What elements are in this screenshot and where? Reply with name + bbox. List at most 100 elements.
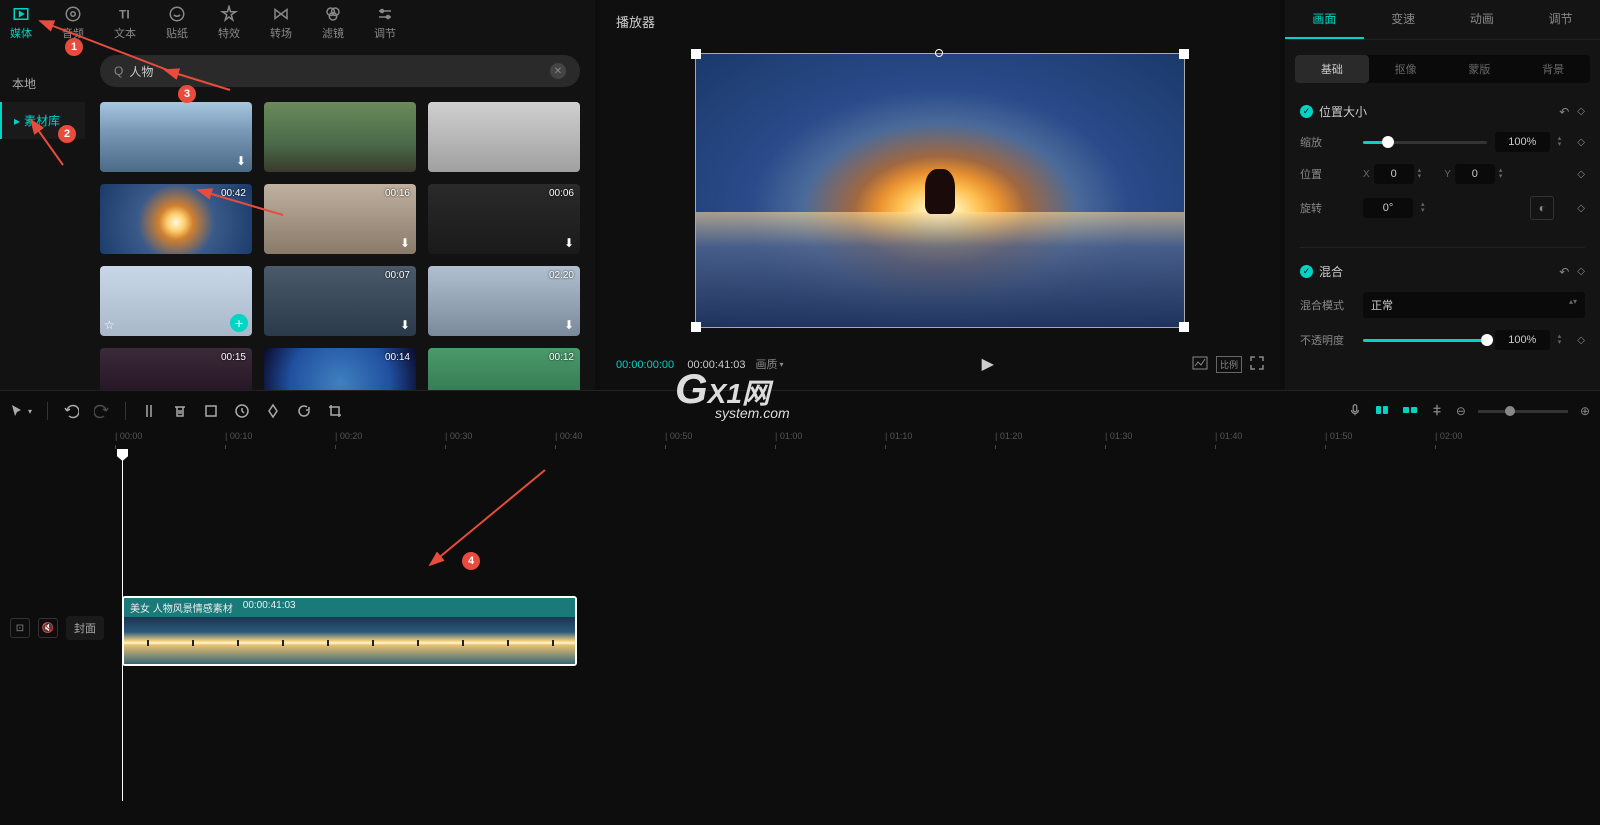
cover-button[interactable]: 封面 — [66, 616, 104, 640]
tab-effect[interactable]: 特效 — [218, 5, 240, 41]
subtab-mask[interactable]: 蒙版 — [1443, 55, 1517, 83]
search-box[interactable]: Q ✕ — [100, 55, 580, 87]
media-item[interactable] — [428, 102, 580, 172]
tab-sticker[interactable]: 贴纸 — [166, 5, 188, 41]
zoom-out-icon[interactable]: ⊖ — [1456, 404, 1466, 418]
search-input[interactable] — [129, 64, 544, 78]
add-icon[interactable]: + — [230, 314, 248, 332]
mirror-tool[interactable] — [265, 403, 281, 419]
timeline-clip[interactable]: 美女 人物风景情感素材 00:00:41:03 — [122, 596, 577, 666]
preview-viewport[interactable] — [608, 35, 1272, 346]
opacity-label: 不透明度 — [1300, 332, 1355, 348]
tab-text[interactable]: TI 文本 — [114, 5, 136, 41]
delete-tool[interactable] — [172, 403, 188, 419]
prop-tab-adjust[interactable]: 调节 — [1521, 0, 1600, 39]
audio-icon — [64, 5, 82, 23]
media-item[interactable]: 00:42 — [100, 184, 252, 254]
opacity-slider[interactable] — [1363, 339, 1487, 342]
pos-x-input[interactable] — [1374, 164, 1414, 184]
prop-tabs: 画面 变速 动画 调节 — [1285, 0, 1600, 40]
side-local[interactable]: 本地 — [0, 65, 85, 102]
blend-reset-icon[interactable]: ↶ — [1559, 265, 1569, 279]
timeline-ruler[interactable]: | 00:00| 00:10| 00:20| 00:30| 00:40| 00:… — [115, 431, 1600, 451]
media-item[interactable]: ⬇ — [100, 102, 252, 172]
resize-handle-bl[interactable] — [691, 322, 701, 332]
blend-mode-label: 混合模式 — [1300, 297, 1355, 313]
playhead[interactable] — [122, 451, 123, 801]
blend-mode-select[interactable]: 正常 ▴▾ — [1363, 292, 1585, 318]
quality-selector[interactable]: 画质 ▾ — [756, 356, 784, 372]
redo-button[interactable] — [94, 403, 110, 419]
side-library[interactable]: ▸素材库 — [0, 102, 85, 139]
scale-keyframe[interactable]: ◇ — [1577, 137, 1585, 148]
rotate-tool[interactable] — [296, 403, 312, 419]
search-clear[interactable]: ✕ — [550, 63, 566, 79]
subtab-basic[interactable]: 基础 — [1295, 55, 1369, 83]
crop-tool[interactable] — [203, 403, 219, 419]
media-item[interactable]: ☆+ — [100, 266, 252, 336]
blend-check[interactable]: ✓ — [1300, 265, 1313, 278]
crop2-tool[interactable] — [327, 403, 343, 419]
download-icon[interactable]: ⬇ — [400, 236, 410, 250]
zoom-in-icon[interactable]: ⊕ — [1580, 404, 1590, 418]
favorite-icon[interactable]: ☆ — [104, 318, 115, 332]
link-icon[interactable] — [1402, 403, 1418, 420]
media-item[interactable]: 02:20⬇ — [428, 266, 580, 336]
play-button[interactable]: ▶ — [982, 354, 994, 374]
download-icon[interactable]: ⬇ — [236, 154, 246, 168]
timeline-tracks[interactable]: ⊡ 🔇 封面 美女 人物风景情感素材 00:00:41:03 — [0, 451, 1600, 801]
pos-keyframe[interactable]: ◇ — [1577, 169, 1585, 180]
preview-frame[interactable] — [695, 53, 1185, 328]
media-item[interactable]: 00:07⬇ — [264, 266, 416, 336]
scale-spinner[interactable]: ▴▾ — [1558, 136, 1562, 148]
opacity-keyframe[interactable]: ◇ — [1577, 335, 1585, 346]
split-tool[interactable] — [141, 403, 157, 419]
compare-icon[interactable] — [1192, 356, 1208, 373]
media-item[interactable] — [264, 102, 416, 172]
scale-input[interactable] — [1495, 132, 1550, 152]
rot-keyframe[interactable]: ◇ — [1577, 203, 1585, 214]
mic-icon[interactable] — [1348, 403, 1362, 420]
media-item[interactable]: 00:12 — [428, 348, 580, 390]
prop-tab-picture[interactable]: 画面 — [1285, 0, 1364, 39]
resize-handle-tr[interactable] — [1179, 49, 1189, 59]
position-size-check[interactable]: ✓ — [1300, 105, 1313, 118]
tab-audio[interactable]: 音频 — [62, 5, 84, 41]
tab-filter[interactable]: 滤镜 — [322, 5, 344, 41]
speed-tool[interactable] — [234, 403, 250, 419]
download-icon[interactable]: ⬇ — [564, 236, 574, 250]
fullscreen-icon[interactable] — [1250, 356, 1264, 373]
media-item[interactable]: 00:14 — [264, 348, 416, 390]
blend-keyframe-icon[interactable]: ◇ — [1577, 266, 1585, 277]
undo-button[interactable] — [63, 403, 79, 419]
align-icon[interactable] — [1430, 403, 1444, 420]
resize-handle-tl[interactable] — [691, 49, 701, 59]
download-icon[interactable]: ⬇ — [564, 318, 574, 332]
pos-y-input[interactable] — [1455, 164, 1495, 184]
media-item[interactable]: 00:15 — [100, 348, 252, 390]
track-mute[interactable]: 🔇 — [38, 618, 58, 638]
tab-media[interactable]: 媒体 — [10, 5, 32, 41]
transition-icon — [272, 5, 290, 23]
track-lock[interactable]: ⊡ — [10, 618, 30, 638]
subtab-bg[interactable]: 背景 — [1516, 55, 1590, 83]
resize-handle-br[interactable] — [1179, 322, 1189, 332]
tab-adjust[interactable]: 调节 — [374, 5, 396, 41]
magnet-icon[interactable] — [1374, 403, 1390, 420]
download-icon[interactable]: ⬇ — [400, 318, 410, 332]
opacity-input[interactable] — [1495, 330, 1550, 350]
keyframe-icon[interactable]: ◇ — [1577, 106, 1585, 117]
reset-icon[interactable]: ↶ — [1559, 105, 1569, 119]
ratio-button[interactable]: 比例 — [1216, 356, 1242, 373]
media-item[interactable]: 00:06⬇ — [428, 184, 580, 254]
media-item[interactable]: 00:16⬇ — [264, 184, 416, 254]
scale-slider[interactable] — [1363, 141, 1487, 144]
rotation-input[interactable] — [1363, 198, 1413, 218]
cursor-tool[interactable]: ▾ — [10, 403, 32, 419]
mirror-button[interactable]: ◐ — [1530, 196, 1554, 220]
prop-tab-speed[interactable]: 变速 — [1364, 0, 1443, 39]
prop-tab-anim[interactable]: 动画 — [1443, 0, 1522, 39]
tab-transition[interactable]: 转场 — [270, 5, 292, 41]
subtab-cutout[interactable]: 抠像 — [1369, 55, 1443, 83]
rotate-handle[interactable] — [935, 49, 943, 57]
